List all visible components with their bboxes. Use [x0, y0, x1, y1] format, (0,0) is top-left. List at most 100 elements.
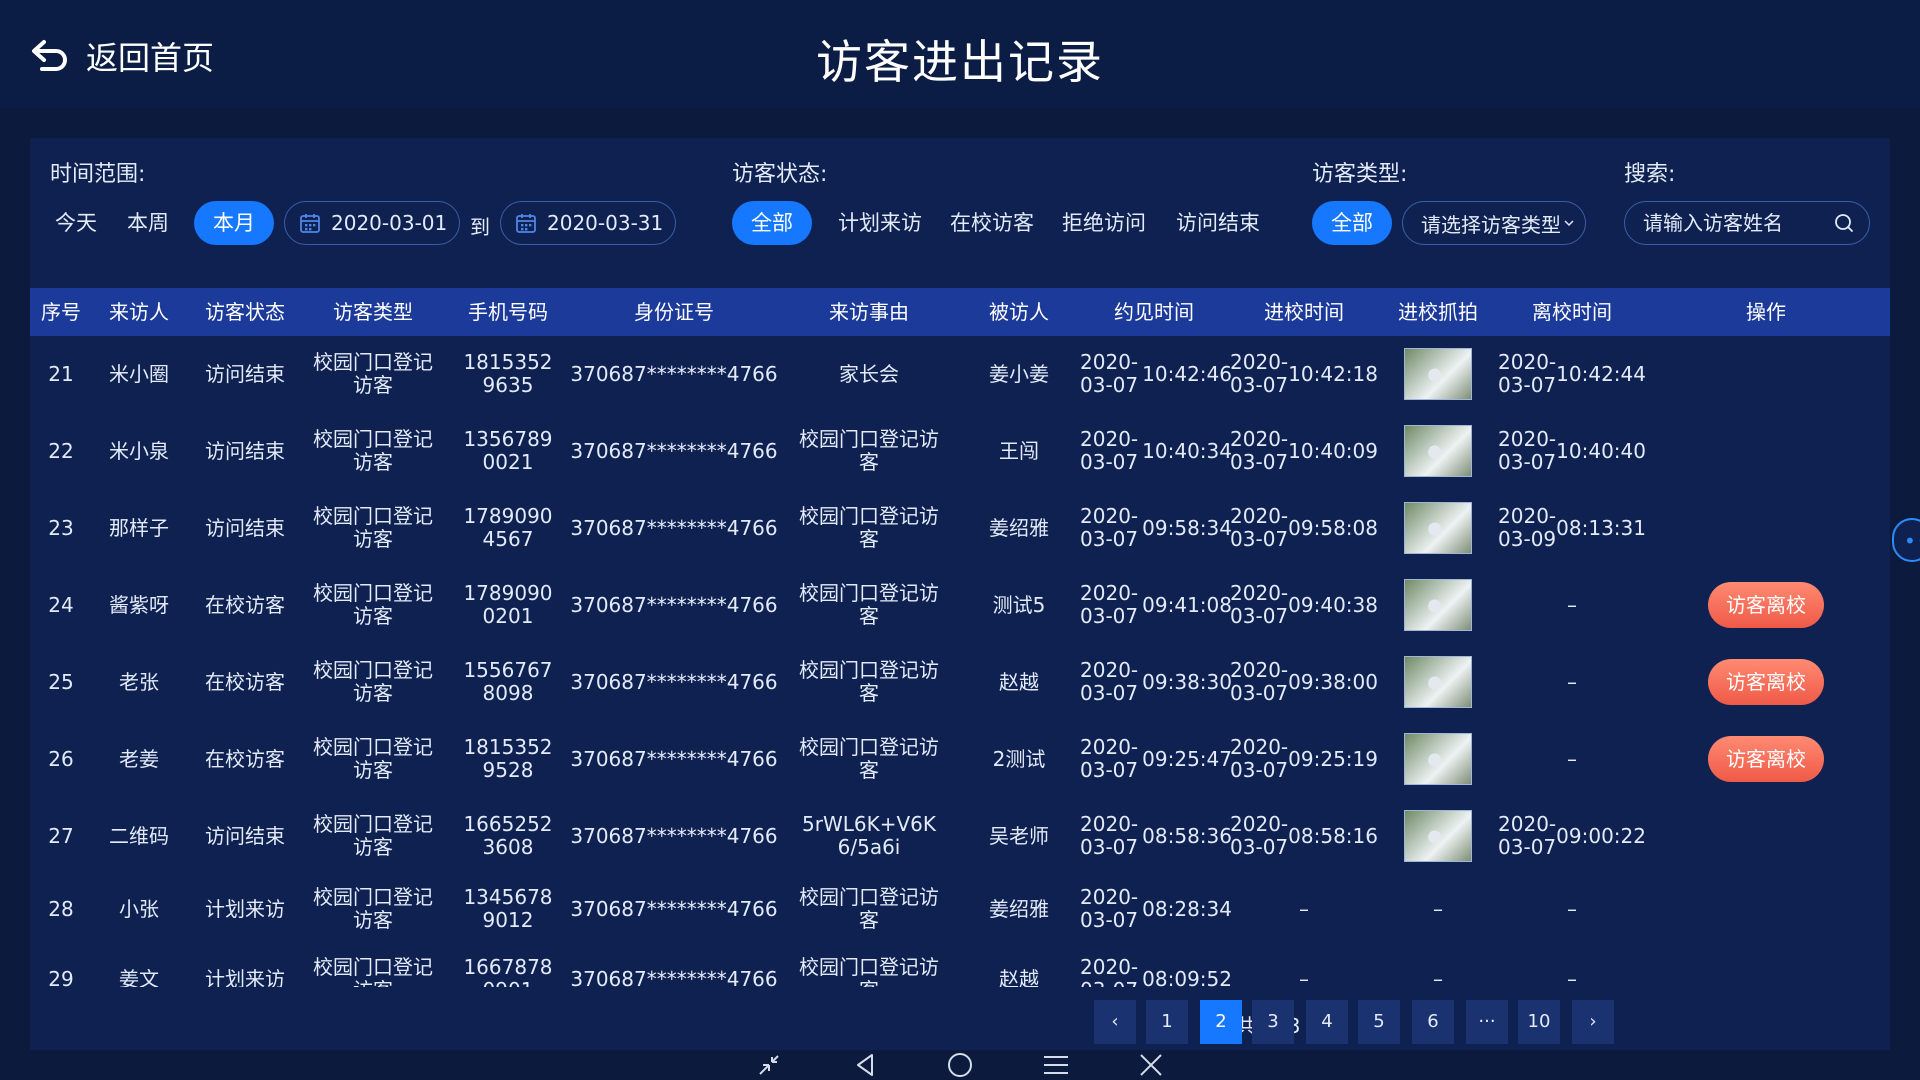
page-2-button[interactable]: 2 [1200, 1000, 1242, 1044]
cell-id: 370687********4766 [570, 941, 777, 987]
entry-photo-thumbnail[interactable] [1404, 579, 1472, 631]
cell-enter: 2020-03-07 10:42:18 [1230, 336, 1378, 412]
page-5-button[interactable]: 5 [1358, 1000, 1400, 1044]
cell-text: 酱紫呀 [109, 592, 169, 617]
cell-text: 18153529528 [463, 735, 553, 782]
time-week-button[interactable]: 本周 [118, 201, 178, 245]
cell-text: 计划来访 [205, 896, 285, 921]
cell-action [1642, 941, 1890, 987]
page-3-button[interactable]: 3 [1252, 1000, 1294, 1044]
cell-type: 校园门口登记访客 [304, 871, 442, 947]
search-icon[interactable] [1833, 212, 1855, 234]
cell-text: 校园门口登记访客 [799, 955, 939, 988]
cell-host: 赵越 [964, 941, 1074, 987]
cell-text: 校园门口登记访客 [313, 735, 433, 782]
date-from-field[interactable]: 2020-03-01 [284, 201, 460, 245]
cell-appoint: 2020-03-07 10:40:34 [1074, 413, 1234, 489]
next-page-button[interactable]: › [1572, 1000, 1614, 1044]
collapse-button[interactable] [752, 1050, 786, 1080]
cell-name: 老张 [92, 644, 186, 720]
cell-text: 在校访客 [205, 669, 285, 694]
visitor-type-select[interactable]: 请选择访客类型 [1402, 201, 1586, 245]
cell-type: 校园门口登记访客 [304, 941, 442, 988]
cell-line: 09:38:30 [1142, 669, 1232, 694]
column-header-name: 来访人 [109, 300, 169, 324]
page-1-button[interactable]: 1 [1146, 1000, 1188, 1044]
page-4-button[interactable]: 4 [1306, 1000, 1348, 1044]
cell-line: 08:13:31 [1556, 515, 1646, 540]
cell-text: 访问结束 [205, 515, 285, 540]
cell-leave: 2020-03-07 10:40:40 [1498, 413, 1646, 489]
status-planned-button[interactable]: 计划来访 [832, 201, 928, 245]
date-to-separator: 到 [470, 215, 490, 239]
cell-id: 370687********4766 [570, 644, 777, 720]
cell-line: 2020-03-07 [1230, 350, 1289, 397]
entry-photo-thumbnail[interactable] [1404, 348, 1472, 400]
nav-menu-button[interactable] [1039, 1050, 1073, 1080]
cell-line: 2020-03-07 [1498, 812, 1557, 859]
cell-line: – [1567, 966, 1577, 987]
visitor-leave-button[interactable]: 访客离校 [1708, 659, 1824, 705]
entry-photo-thumbnail[interactable] [1404, 810, 1472, 862]
cell-name: 米小泉 [92, 413, 186, 489]
status-rejected-button[interactable]: 拒绝访问 [1056, 201, 1152, 245]
time-today-button[interactable]: 今天 [46, 201, 106, 245]
cell-text: 校园门口登记访客 [799, 504, 939, 551]
cell-status: 访问结束 [186, 798, 304, 874]
cell-leave: 2020-03-07 09:00:22 [1498, 798, 1646, 874]
entry-photo-thumbnail[interactable] [1404, 656, 1472, 708]
nav-home-button[interactable] [943, 1050, 977, 1080]
side-menu-handle[interactable]: ••• [1892, 518, 1920, 562]
date-to-field[interactable]: 2020-03-31 [500, 201, 676, 245]
cell-phone: 17890904567 [442, 490, 574, 566]
table-row: 23 那样子 访问结束 校园门口登记访客 17890904567 370687******… [30, 490, 1890, 566]
cell-text: 5rWL6K+V6K6/5a6i [802, 812, 936, 859]
cell-no: 21 [30, 336, 92, 412]
search-input[interactable] [1643, 211, 1823, 235]
cell-type: 校园门口登记访客 [304, 644, 442, 720]
cell-text: 姜小姜 [989, 361, 1049, 386]
nav-close-button[interactable] [1134, 1050, 1168, 1080]
cell-phone: 13456789012 [442, 871, 574, 947]
entry-photo-thumbnail[interactable] [1404, 733, 1472, 785]
cell-line: 10:40:09 [1288, 438, 1378, 463]
cell-host: 2测试 [964, 721, 1074, 797]
cell-type: 校园门口登记访客 [304, 567, 442, 643]
status-ended-button[interactable]: 访问结束 [1170, 201, 1266, 245]
page-6-button[interactable]: 6 [1412, 1000, 1454, 1044]
search-box [1624, 201, 1870, 245]
cell-status: 访问结束 [186, 413, 304, 489]
column-header-id: 身份证号 [634, 300, 714, 324]
cell-text: 校园门口登记访客 [313, 885, 433, 932]
column-header-leave: 离校时间 [1532, 300, 1612, 324]
cell-text: 13456789012 [463, 885, 553, 932]
page-title: 访客进出记录 [816, 35, 1104, 89]
cell-text: 校园门口登记访客 [313, 581, 433, 628]
cell-reason: 校园门口登记访客 [774, 413, 964, 489]
visitor-leave-button[interactable]: 访客离校 [1708, 736, 1824, 782]
cell-line: 09:41:08 [1142, 592, 1232, 617]
cell-text: 校园门口登记访客 [313, 504, 433, 551]
prev-page-button[interactable]: ‹ [1094, 1000, 1136, 1044]
column-header-appoint: 约见时间 [1114, 300, 1194, 324]
cell-enter: 2020-03-07 10:40:09 [1230, 413, 1378, 489]
cell-text: 校园门口登记访客 [313, 427, 433, 474]
cell-host: 王闯 [964, 413, 1074, 489]
entry-photo-thumbnail[interactable] [1404, 502, 1472, 554]
page-ellipsis[interactable]: ··· [1466, 1000, 1508, 1044]
table-row: 27 二维码 访问结束 校园门口登记访客 16652523608 370687******… [30, 798, 1890, 874]
cell-id: 370687********4766 [570, 567, 777, 643]
column-header-phone: 手机号码 [468, 300, 548, 324]
entry-photo-thumbnail[interactable] [1404, 425, 1472, 477]
type-all-button[interactable]: 全部 [1312, 201, 1392, 245]
cell-text: 校园门口登记访客 [799, 581, 939, 628]
status-all-button[interactable]: 全部 [732, 201, 812, 245]
page-10-button[interactable]: 10 [1518, 1000, 1560, 1044]
cell-text: 29 [48, 966, 74, 987]
status-on-campus-button[interactable]: 在校访客 [944, 201, 1040, 245]
visitor-leave-button[interactable]: 访客离校 [1708, 582, 1824, 628]
nav-back-button[interactable] [848, 1050, 882, 1080]
cell-text: 二维码 [109, 823, 169, 848]
cell-appoint: 2020-03-07 09:25:47 [1074, 721, 1234, 797]
time-month-button[interactable]: 本月 [194, 201, 274, 245]
